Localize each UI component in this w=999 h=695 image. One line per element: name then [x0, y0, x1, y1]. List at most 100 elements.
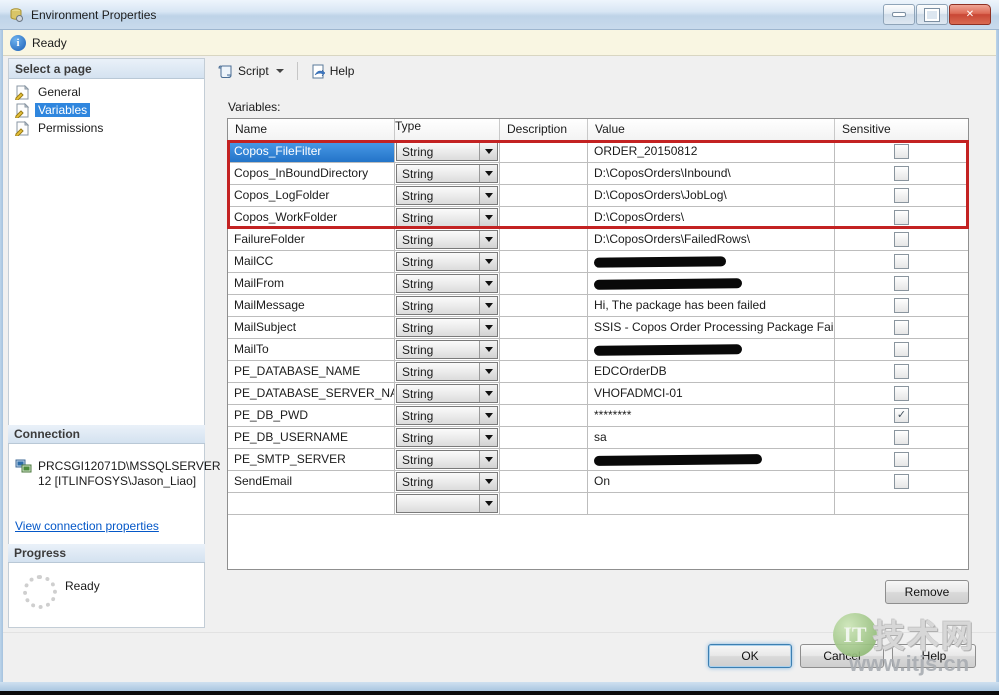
chevron-down-icon[interactable]: [479, 253, 497, 270]
sensitive-checkbox[interactable]: [894, 276, 909, 291]
table-row[interactable]: [228, 493, 968, 515]
variable-value-cell[interactable]: ********: [588, 405, 835, 427]
sidebar-item-general[interactable]: General: [15, 83, 204, 101]
table-row[interactable]: PE_DB_PWDString********: [228, 405, 968, 427]
variable-name-cell[interactable]: MailSubject: [228, 317, 395, 339]
table-row[interactable]: Copos_FileFilterStringORDER_20150812: [228, 141, 968, 163]
view-connection-properties-link[interactable]: View connection properties: [15, 519, 159, 533]
table-row[interactable]: FailureFolderString D:\CoposOrders\Failed…: [228, 229, 968, 251]
column-header-value[interactable]: Value: [588, 119, 835, 141]
ok-button[interactable]: OK: [708, 644, 792, 668]
sensitive-checkbox[interactable]: [894, 386, 909, 401]
variable-description-cell[interactable]: [500, 427, 588, 449]
chevron-down-icon[interactable]: [479, 363, 497, 380]
table-row[interactable]: Copos_WorkFolderStringD:\CoposOrders\: [228, 207, 968, 229]
variable-value-cell[interactable]: D:\CoposOrders\FailedRows\: [588, 229, 835, 251]
variable-name-cell[interactable]: MailFrom: [228, 273, 395, 295]
table-row[interactable]: MailCCString: [228, 251, 968, 273]
variable-value-cell[interactable]: VHOFADMCI-01: [588, 383, 835, 405]
variable-description-cell[interactable]: [500, 295, 588, 317]
variable-name-cell[interactable]: Copos_FileFilter: [228, 141, 395, 163]
type-dropdown[interactable]: String: [396, 186, 498, 205]
variable-name-cell[interactable]: PE_SMTP_SERVER: [228, 449, 395, 471]
type-dropdown[interactable]: String: [396, 252, 498, 271]
variable-name-cell[interactable]: FailureFolder: [228, 229, 395, 251]
type-dropdown[interactable]: String: [396, 208, 498, 227]
variable-description-cell[interactable]: [500, 339, 588, 361]
type-dropdown[interactable]: String: [396, 164, 498, 183]
variable-value-cell[interactable]: [588, 449, 835, 471]
type-dropdown[interactable]: String: [396, 362, 498, 381]
type-dropdown[interactable]: String: [396, 472, 498, 491]
chevron-down-icon[interactable]: [479, 451, 497, 468]
chevron-down-icon[interactable]: [479, 473, 497, 490]
variable-description-cell[interactable]: [500, 141, 588, 163]
table-row[interactable]: MailSubjectString SSIS - Copos Order Proc…: [228, 317, 968, 339]
variable-name-cell[interactable]: PE_DATABASE_NAME: [228, 361, 395, 383]
variable-description-cell[interactable]: [500, 229, 588, 251]
chevron-down-icon[interactable]: [479, 341, 497, 358]
variable-value-cell[interactable]: [588, 273, 835, 295]
close-button[interactable]: ✕: [949, 4, 991, 25]
variable-value-cell[interactable]: SSIS - Copos Order Processing Package Fa…: [588, 317, 835, 339]
variable-description-cell[interactable]: [500, 449, 588, 471]
column-header-description[interactable]: Description: [500, 119, 588, 141]
type-dropdown[interactable]: String: [396, 384, 498, 403]
minimize-button[interactable]: [883, 4, 915, 25]
variable-value-cell[interactable]: [588, 493, 835, 515]
table-row[interactable]: SendEmailStringOn: [228, 471, 968, 493]
sensitive-checkbox[interactable]: [894, 210, 909, 225]
cancel-button[interactable]: Cancel: [800, 644, 884, 668]
variable-value-cell[interactable]: D:\CoposOrders\Inbound\: [588, 163, 835, 185]
variable-description-cell[interactable]: [500, 273, 588, 295]
type-dropdown[interactable]: String: [396, 450, 498, 469]
chevron-down-icon[interactable]: [479, 143, 497, 160]
column-header-sensitive[interactable]: Sensitive: [835, 119, 968, 141]
variable-value-cell[interactable]: ORDER_20150812: [588, 141, 835, 163]
variable-description-cell[interactable]: [500, 163, 588, 185]
variable-value-cell[interactable]: sa: [588, 427, 835, 449]
sidebar-item-variables[interactable]: Variables: [15, 101, 204, 119]
variable-description-cell[interactable]: [500, 207, 588, 229]
type-dropdown[interactable]: String: [396, 318, 498, 337]
variable-value-cell[interactable]: D:\CoposOrders\: [588, 207, 835, 229]
table-row[interactable]: Copos_InBoundDirectoryStringD:\CoposOrde…: [228, 163, 968, 185]
variable-description-cell[interactable]: [500, 493, 588, 515]
sensitive-checkbox[interactable]: [894, 232, 909, 247]
sensitive-checkbox[interactable]: [894, 430, 909, 445]
table-row[interactable]: PE_SMTP_SERVERString: [228, 449, 968, 471]
table-row[interactable]: PE_DATABASE_SERVER_NAMEStringVHOFADMCI-0…: [228, 383, 968, 405]
variable-description-cell[interactable]: [500, 471, 588, 493]
variable-name-cell[interactable]: PE_DB_PWD: [228, 405, 395, 427]
chevron-down-icon[interactable]: [479, 407, 497, 424]
table-row[interactable]: PE_DATABASE_NAMEString EDCOrderDB: [228, 361, 968, 383]
table-row[interactable]: MailToString: [228, 339, 968, 361]
sensitive-checkbox[interactable]: [894, 342, 909, 357]
chevron-down-icon[interactable]: [276, 69, 284, 73]
chevron-down-icon[interactable]: [479, 319, 497, 336]
chevron-down-icon[interactable]: [479, 429, 497, 446]
table-row[interactable]: Copos_LogFolderStringD:\CoposOrders\JobL…: [228, 185, 968, 207]
type-dropdown[interactable]: String: [396, 428, 498, 447]
sensitive-checkbox[interactable]: [894, 452, 909, 467]
type-dropdown[interactable]: [396, 494, 498, 513]
sensitive-checkbox[interactable]: [894, 188, 909, 203]
variable-description-cell[interactable]: [500, 383, 588, 405]
variable-name-cell[interactable]: Copos_LogFolder: [228, 185, 395, 207]
variable-name-cell[interactable]: PE_DB_USERNAME: [228, 427, 395, 449]
chevron-down-icon[interactable]: [479, 165, 497, 182]
table-row[interactable]: PE_DB_USERNAMEString sa: [228, 427, 968, 449]
sensitive-checkbox[interactable]: [894, 474, 909, 489]
sensitive-checkbox[interactable]: [894, 298, 909, 313]
variable-value-cell[interactable]: Hi, The package has been failed: [588, 295, 835, 317]
variable-value-cell[interactable]: On: [588, 471, 835, 493]
sensitive-checkbox[interactable]: [894, 408, 909, 423]
sensitive-checkbox[interactable]: [894, 320, 909, 335]
sidebar-item-permissions[interactable]: Permissions: [15, 119, 204, 137]
type-dropdown[interactable]: String: [396, 230, 498, 249]
variable-value-cell[interactable]: EDCOrderDB: [588, 361, 835, 383]
variable-name-cell[interactable]: MailTo: [228, 339, 395, 361]
script-button[interactable]: Script: [212, 61, 290, 82]
chevron-down-icon[interactable]: [479, 385, 497, 402]
variable-description-cell[interactable]: [500, 317, 588, 339]
